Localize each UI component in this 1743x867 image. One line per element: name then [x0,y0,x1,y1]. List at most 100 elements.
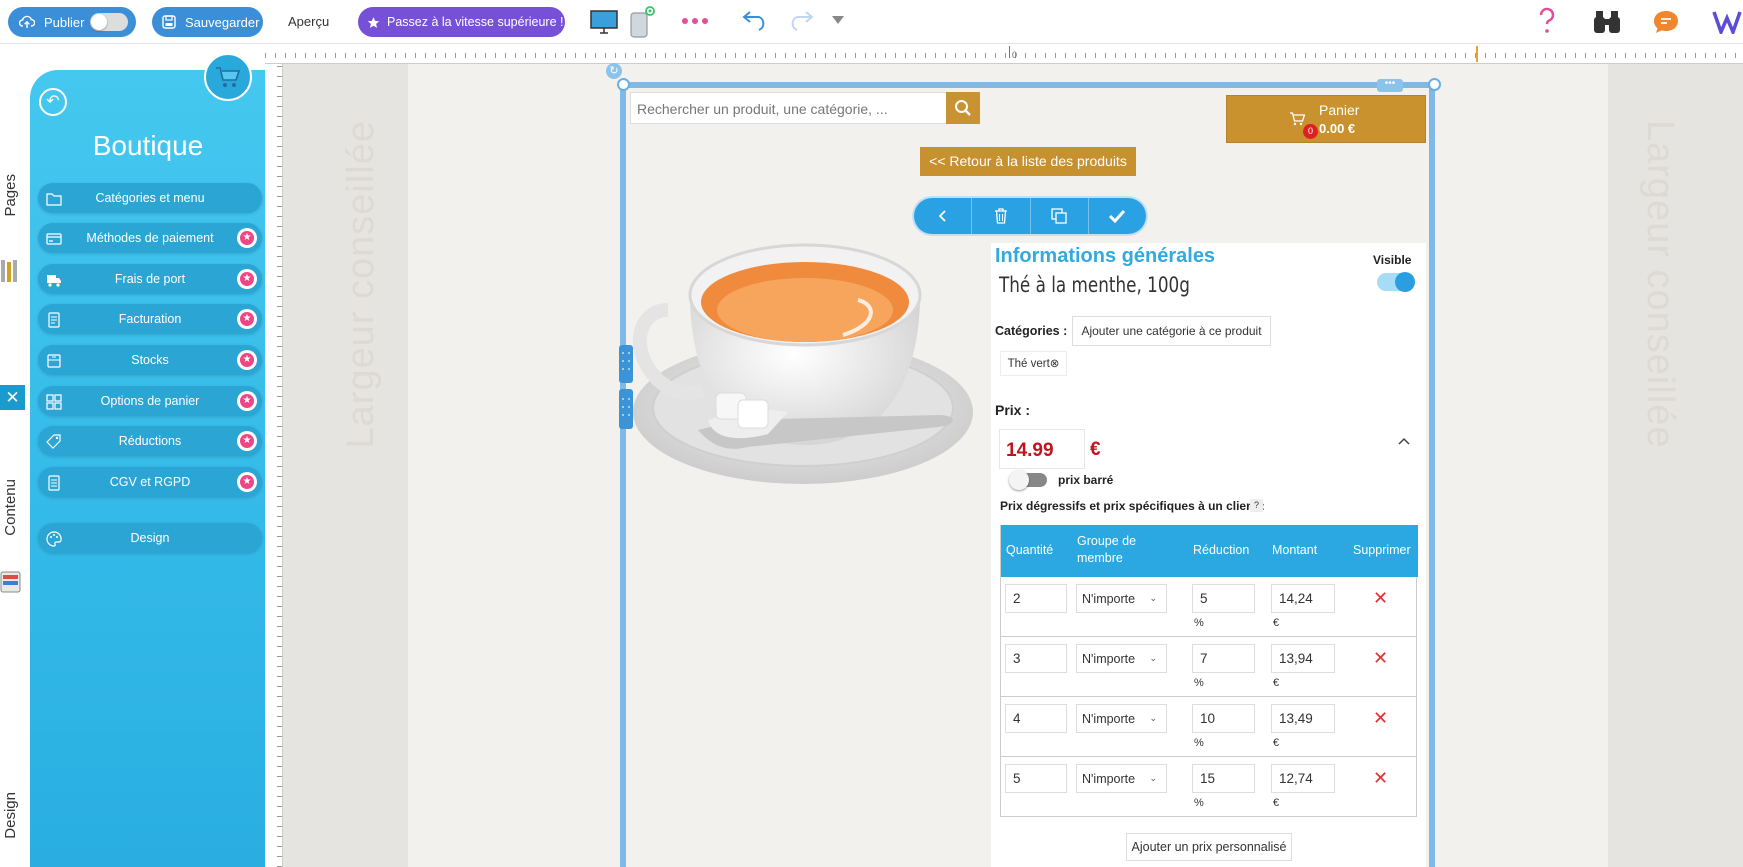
reduction-input[interactable]: 10 [1192,704,1255,733]
sidebar-item-frais-de-port[interactable]: Frais de port ★ [38,264,262,294]
rotate-handle-icon[interactable]: ↻ [606,63,622,79]
back-button[interactable]: ↶ [39,88,67,116]
remove-tag-icon[interactable]: ⊗ [1050,358,1060,370]
redo-icon[interactable] [786,11,816,31]
percent-unit: % [1194,797,1204,809]
binoculars-icon[interactable] [1592,9,1622,35]
premium-star-icon: ★ [237,309,257,329]
member-group-select[interactable]: N'importe ⌄ [1076,704,1167,733]
trash-icon [994,208,1007,224]
upgrade-label: Passez à la vitesse supérieure ! [387,15,564,29]
strikethrough-price-toggle[interactable] [1009,470,1047,490]
table-header: Quantité Groupe de membre Réduction Mont… [1001,525,1418,577]
sidebar-item-options-de-panier[interactable]: Options de panier ★ [38,386,262,416]
history-dropdown-icon[interactable] [831,15,845,25]
help-icon-tiered[interactable]: ? [1250,499,1263,512]
resize-handle-top-left[interactable] [617,78,630,91]
price-label: Prix : [995,402,1031,418]
mobile-view-icon[interactable] [628,6,658,40]
quantity-input[interactable]: 4 [1005,704,1067,733]
delete-row-icon[interactable]: ✕ [1373,649,1388,667]
publish-button[interactable]: Publier [8,7,136,37]
ruler-zero-label: 0 [1012,50,1018,60]
chevron-down-icon: ⌄ [1149,653,1157,663]
upgrade-button[interactable]: Passez à la vitesse supérieure ! [358,7,565,37]
validate-button[interactable] [1089,198,1146,234]
tiered-prices-table: Quantité Groupe de membre Réduction Mont… [1000,525,1418,817]
amount-input[interactable]: 13,94 [1271,644,1335,673]
resize-handle-top-right[interactable] [1428,78,1441,91]
percent-unit: % [1194,677,1204,689]
sidebar-item-cgv-et-rgpd[interactable]: CGV et RGPD ★ [38,467,262,497]
member-group-select[interactable]: N'importe ⌄ [1076,764,1167,793]
back-to-list-button[interactable]: << Retour à la liste des produits [920,147,1136,176]
save-button[interactable]: Sauvegarder [152,7,263,37]
sidebar-item-methodes-de-paiement[interactable]: Méthodes de paiement ★ [38,223,262,253]
table-row: 5 N'importe ⌄ 15% 12,74 € ✕ [1001,757,1416,817]
chat-icon[interactable] [1652,9,1680,35]
duplicate-product-button[interactable] [1031,198,1089,234]
quantity-input[interactable]: 2 [1005,584,1067,613]
sidebar-item-categories-et-menu[interactable]: Catégories et menu [38,183,262,213]
euro-unit: € [1273,677,1280,689]
col-delete: Supprimer [1353,543,1411,557]
product-name-field[interactable]: Thé à la menthe, 100g [999,273,1190,297]
search-button[interactable] [946,92,980,124]
product-search-input[interactable]: Rechercher un produit, une catégorie, ..… [630,92,947,124]
reduction-input[interactable]: 15 [1192,764,1255,793]
block-menu-icon[interactable]: ••• [1377,79,1403,92]
chevron-up-icon[interactable] [1398,437,1410,445]
delete-product-button[interactable] [972,198,1031,234]
ruler-marker[interactable] [1476,46,1478,62]
credit-card-icon [46,233,62,245]
close-panel-button[interactable]: ✕ [0,385,25,410]
delete-row-icon[interactable]: ✕ [1373,589,1388,607]
amount-input[interactable]: 14,24 [1271,584,1335,613]
document-icon [48,475,60,491]
tab-contenu[interactable]: Contenu [2,479,19,536]
product-image-tea-cup[interactable] [628,240,980,542]
desktop-view-icon[interactable] [589,6,619,36]
quantity-input[interactable]: 3 [1005,644,1067,673]
sidebar-title: Boutique [92,130,204,161]
member-group-value: N'importe [1082,592,1136,606]
chevron-down-icon: ⌄ [1149,593,1157,603]
help-icon[interactable] [1535,6,1559,36]
preview-link[interactable]: Aperçu [288,14,329,29]
horizontal-ruler [265,44,1743,64]
add-category-button[interactable]: Ajouter une catégorie à ce produit [1072,316,1271,346]
search-icon [955,100,971,116]
back-arrow-button[interactable] [914,198,973,234]
delete-row-icon[interactable]: ✕ [1373,769,1388,787]
tab-design[interactable]: Design [2,792,19,839]
sidebar-item-stocks[interactable]: Stocks ★ [38,345,262,375]
folder-icon [46,193,62,206]
category-tag[interactable]: Thé vert⊗ [1000,351,1067,376]
add-custom-price-button[interactable]: Ajouter un prix personnalisé [1126,833,1292,861]
euro-unit: € [1273,617,1280,629]
amount-input[interactable]: 12,74 [1271,764,1335,793]
price-input[interactable]: 14.99 [999,429,1085,469]
member-group-select[interactable]: N'importe ⌄ [1076,644,1167,673]
member-group-select[interactable]: N'importe ⌄ [1076,584,1167,613]
member-group-value: N'importe [1082,652,1136,666]
sidebar-item-facturation[interactable]: Facturation ★ [38,304,262,334]
undo-icon[interactable] [740,11,770,31]
sidebar-item-reductions[interactable]: Réductions ★ [38,426,262,456]
brand-logo-icon [1712,11,1742,34]
sidebar-item-design[interactable]: Design [38,523,262,553]
delete-row-icon[interactable]: ✕ [1373,709,1388,727]
reduction-input[interactable]: 5 [1192,584,1255,613]
visible-toggle[interactable] [1377,272,1415,292]
percent-unit: % [1194,737,1204,749]
cart-widget[interactable]: 0 Panier 0.00 € [1226,95,1426,143]
publish-toggle[interactable] [90,13,128,31]
more-options-icon[interactable] [680,14,710,28]
content-icon[interactable] [0,569,22,595]
palette-icon [46,531,62,547]
quantity-input[interactable]: 5 [1005,764,1067,793]
reduction-input[interactable]: 7 [1192,644,1255,673]
tab-pages[interactable]: Pages [2,174,19,217]
pages-icon[interactable] [0,258,22,284]
amount-input[interactable]: 13,49 [1271,704,1335,733]
